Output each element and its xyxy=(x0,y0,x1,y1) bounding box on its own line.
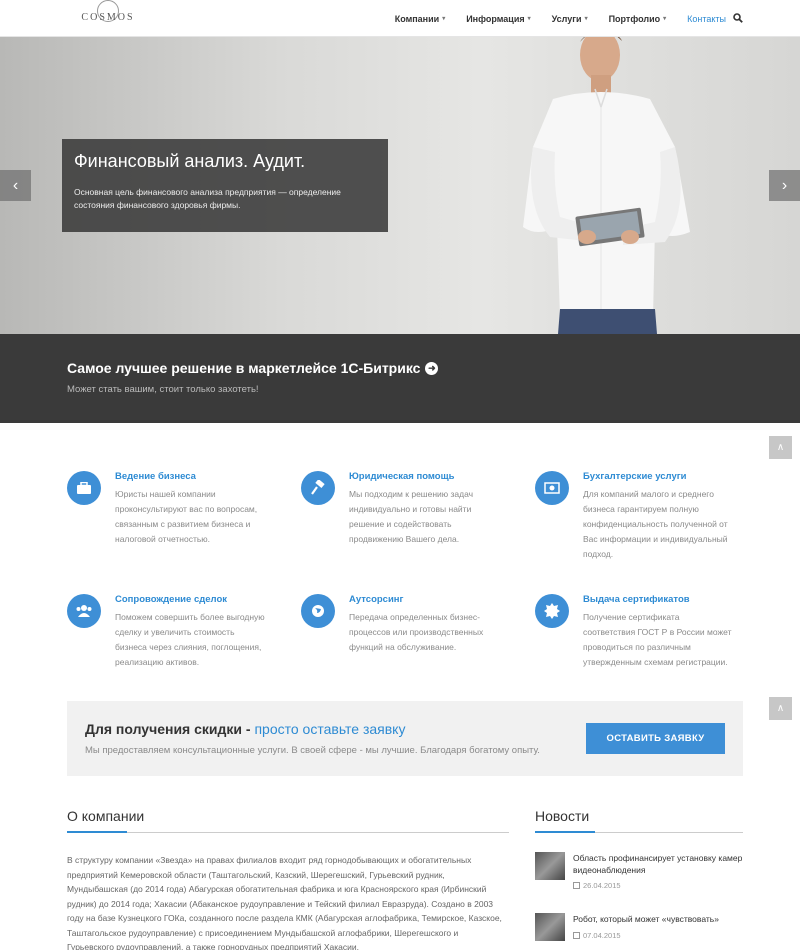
news-date-text: 07.04.2015 xyxy=(583,931,621,940)
nav-label: Портфолио xyxy=(608,13,661,24)
search-icon[interactable] xyxy=(733,13,743,23)
news-item-title[interactable]: Область профинансирует установку камер в… xyxy=(573,852,743,876)
chevron-up-icon: ∧ xyxy=(776,442,785,453)
news-item-title[interactable]: Робот, который может «чувствовать» xyxy=(573,913,743,925)
calendar-icon xyxy=(573,882,580,889)
main-nav: Компании ▾ Информация ▾ Услуги ▾ Портфолио ▾… xyxy=(395,0,726,37)
hero-man-image xyxy=(523,37,690,334)
chevron-down-icon: ▾ xyxy=(527,16,531,22)
cta-title: Для получения скидки - просто оставьте з… xyxy=(85,721,405,737)
banner-subtitle: Может стать вашим, стоит только захотеть… xyxy=(67,384,259,395)
chevron-up-icon: ∧ xyxy=(776,703,785,714)
chevron-right-icon: › xyxy=(781,176,788,194)
gavel-icon xyxy=(301,471,335,505)
news-date: 26.04.2015 xyxy=(573,881,621,890)
cta-title-highlight: просто оставьте заявку xyxy=(254,721,406,737)
service-text: Получение сертификата соответствия ГОСТ … xyxy=(583,612,732,667)
certificate-icon xyxy=(535,594,569,628)
scroll-up-button[interactable]: ∧ xyxy=(769,436,792,459)
slider-next-button[interactable]: › xyxy=(769,170,800,201)
service-text: Для компаний малого и среднего бизнеса г… xyxy=(583,489,728,559)
promo-banner: Самое лучшее решение в маркетлейсе 1С-Би… xyxy=(0,334,800,423)
slide-caption: Финансовый анализ. Аудит. Основная цель … xyxy=(62,139,388,232)
slide-title: Финансовый анализ. Аудит. xyxy=(74,151,306,171)
news-divider xyxy=(535,831,743,833)
news-thumbnail[interactable] xyxy=(535,852,565,880)
chevron-down-icon: ▾ xyxy=(584,16,588,22)
news-date: 07.04.2015 xyxy=(573,931,621,940)
news-date-text: 26.04.2015 xyxy=(583,881,621,890)
service-text: Мы подходим к решению задач индивидуальн… xyxy=(349,489,474,544)
service-text: Юристы нашей компании проконсультируют в… xyxy=(115,489,258,544)
banner-title-link[interactable]: Самое лучшее решение в маркетлейсе 1С-Би… xyxy=(67,360,800,376)
calendar-icon xyxy=(573,932,580,939)
globe-icon xyxy=(301,594,335,628)
chevron-down-icon: ▾ xyxy=(663,16,667,22)
slide-text: Основная цель финансового анализа предпр… xyxy=(74,187,341,210)
nav-label: Контакты xyxy=(687,13,726,24)
header: COSMOS Компании ▾ Информация ▾ Услуги ▾ Пор… xyxy=(0,0,800,37)
hero-slider: Финансовый анализ. Аудит. Основная цель … xyxy=(0,37,800,334)
chevron-down-icon: ▾ xyxy=(442,16,446,22)
money-icon xyxy=(535,471,569,505)
about-divider xyxy=(67,831,509,833)
nav-label: Информация xyxy=(466,13,525,24)
news-thumbnail[interactable] xyxy=(535,913,565,941)
service-title[interactable]: Выдача сертификатов xyxy=(583,594,690,605)
nav-label: Услуги xyxy=(551,13,582,24)
nav-item-services[interactable]: Услуги ▾ xyxy=(552,14,588,24)
about-text: В структуру компании «Звезда» на правах … xyxy=(67,855,502,950)
banner-title: Самое лучшее решение в маркетлейсе 1С-Би… xyxy=(67,360,421,376)
slider-prev-button[interactable]: ‹ xyxy=(0,170,31,201)
logo[interactable]: COSMOS xyxy=(80,0,136,32)
service-title[interactable]: Юридическая помощь xyxy=(349,471,454,482)
cta-subtitle: Мы предоставляем консультационные услуги… xyxy=(85,745,540,756)
service-title[interactable]: Ведение бизнеса xyxy=(115,471,196,482)
logo-text: COSMOS xyxy=(81,12,135,23)
nav-item-companies[interactable]: Компании ▾ xyxy=(395,14,446,24)
service-text: Передача определенных бизнес-процессов и… xyxy=(349,612,484,652)
service-title[interactable]: Бухгалтерские услуги xyxy=(583,471,687,482)
discount-cta: Для получения скидки - просто оставьте з… xyxy=(67,701,743,776)
users-icon xyxy=(67,594,101,628)
briefcase-icon xyxy=(67,471,101,505)
news-title: Новости xyxy=(535,808,590,824)
nav-label: Компании xyxy=(394,13,440,24)
arrow-circle-right-icon: ➜ xyxy=(425,361,439,375)
service-title[interactable]: Аутсорсинг xyxy=(349,594,404,605)
cta-title-text: Для получения скидки - xyxy=(85,721,255,737)
service-title[interactable]: Сопровождение сделок xyxy=(115,594,227,605)
chevron-left-icon: ‹ xyxy=(12,176,19,194)
nav-item-information[interactable]: Информация ▾ xyxy=(466,14,530,24)
about-title: О компании xyxy=(67,808,145,824)
scroll-up-button[interactable]: ∧ xyxy=(769,697,792,720)
nav-item-portfolio[interactable]: Портфолио ▾ xyxy=(609,14,667,24)
service-text: Поможем совершить более выгодную сделку … xyxy=(115,612,265,667)
nav-item-contacts[interactable]: Контакты xyxy=(687,14,726,24)
submit-request-button[interactable]: ОСТАВИТЬ ЗАЯВКУ xyxy=(586,723,725,754)
